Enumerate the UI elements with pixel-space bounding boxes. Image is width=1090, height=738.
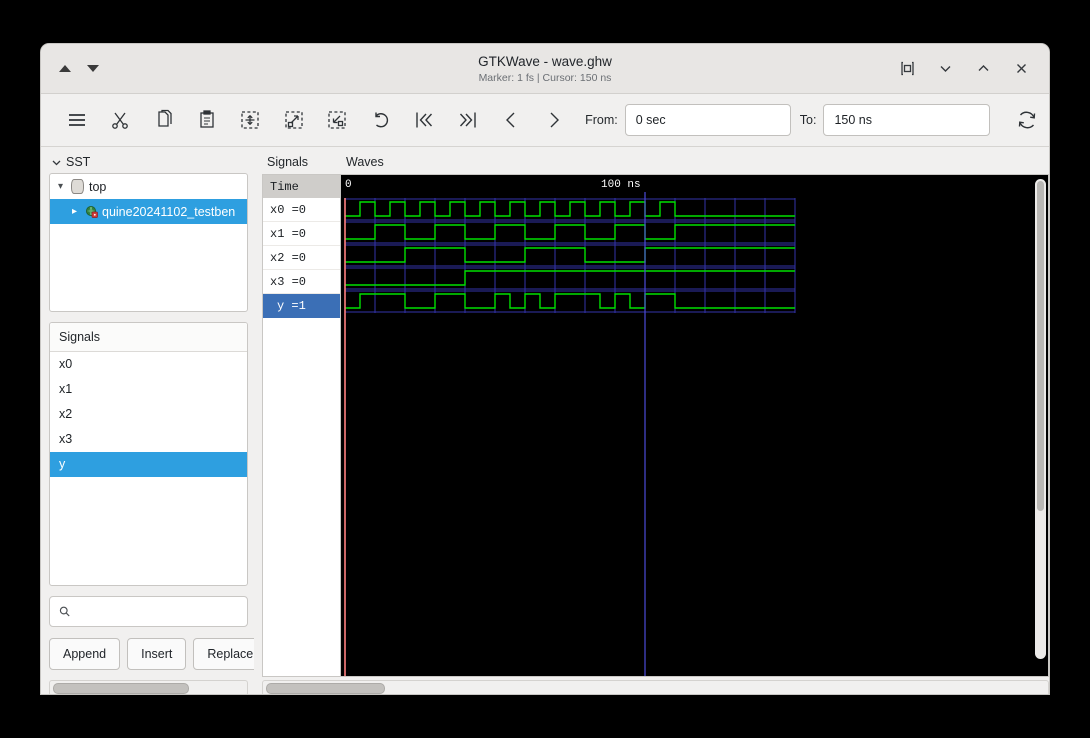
to-input[interactable]: 150 ns [823,104,990,136]
waves-header: Waves [346,155,384,169]
undo-icon[interactable] [359,100,402,140]
sst-node-top[interactable]: ▾ top [50,174,247,199]
gtkwave-window: GTKWave - wave.ghw Marker: 1 fs | Cursor… [41,44,1049,694]
wave-name-column[interactable]: Time x0 =0 x1 =0 x2 =0 x3 =0 y =1 [262,174,340,677]
title-block: GTKWave - wave.ghw Marker: 1 fs | Cursor… [41,53,1049,85]
title-bar-nav [41,65,179,72]
scrollbar-thumb[interactable] [53,682,189,694]
triangle-down-icon[interactable] [87,65,99,72]
next-edge-icon[interactable] [533,100,576,140]
zoom-in-icon[interactable] [272,100,315,140]
reload-icon[interactable] [1006,100,1049,140]
from-input[interactable]: 0 sec [624,104,791,136]
list-item[interactable]: x3 [50,427,247,452]
chevron-down-icon[interactable]: ▾ [58,181,71,192]
chevron-right-icon[interactable]: ▸ [72,206,85,217]
search-input[interactable] [76,603,238,620]
signals-list-panel: Signals x0 x1 x2 x3 y [49,321,248,586]
main-body: SST ▾ top ▸ quine20241102_testben Signal… [41,147,1049,694]
cut-icon[interactable] [98,100,141,140]
title-bar: GTKWave - wave.ghw Marker: 1 fs | Cursor… [41,44,1049,94]
hamburger-menu-icon[interactable] [55,100,98,140]
append-button[interactable]: Append [49,638,121,671]
fullscreen-icon[interactable] [899,61,915,77]
go-to-start-icon[interactable] [402,100,445,140]
wave-row-label[interactable]: x0 =0 [263,198,340,222]
svg-text:0: 0 [345,179,352,191]
wave-row-label[interactable]: y =1 [263,294,340,318]
window-subtitle: Marker: 1 fs | Cursor: 150 ns [478,71,612,84]
chevron-down-icon [52,160,61,165]
waveform-plot: 0 100 ns [341,175,1031,676]
wave-main: Time x0 =0 x1 =0 x2 =0 x3 =0 y =1 0 100 n… [262,174,1049,677]
list-item[interactable]: y [50,451,247,477]
wave-names-header: Signals [267,155,308,169]
sst-node-label: quine20241102_testben [102,204,236,219]
window-controls [899,61,1049,77]
sst-header[interactable]: SST [49,155,248,173]
list-item[interactable]: x1 [50,377,247,402]
wave-horizontal-scrollbar[interactable] [262,680,1049,694]
sst-tree[interactable]: ▾ top ▸ quine20241102_testben [49,173,248,312]
close-icon[interactable] [1013,61,1029,77]
minimize-icon[interactable] [937,61,953,77]
toolbar: From: 0 sec To: 150 ns [41,94,1049,147]
maximize-icon[interactable] [975,61,991,77]
wave-vertical-scrollbar[interactable] [1035,179,1046,659]
panel-divider[interactable] [254,147,262,694]
signals-list-header: Signals [50,322,247,352]
copy-icon[interactable] [142,100,185,140]
list-item[interactable]: x2 [50,402,247,427]
sst-node-testbench[interactable]: ▸ quine20241102_testben [50,199,247,224]
wave-canvas[interactable]: 0 100 ns [340,174,1049,677]
insert-button[interactable]: Insert [127,638,187,671]
previous-edge-icon[interactable] [489,100,532,140]
wave-row-label[interactable]: x2 =0 [263,246,340,270]
sst-node-label: top [89,179,107,194]
zoom-fit-icon[interactable] [229,100,272,140]
zoom-out-icon[interactable] [316,100,359,140]
scrollbar-thumb[interactable] [1037,181,1044,511]
triangle-up-icon[interactable] [59,65,71,72]
paste-icon[interactable] [185,100,228,140]
wave-headers: Signals Waves [262,155,1049,174]
go-to-end-icon[interactable] [446,100,489,140]
testbench-icon [85,205,99,219]
svg-text:100 ns: 100 ns [601,179,641,191]
wave-panel: Signals Waves Time x0 =0 x1 =0 x2 =0 x3 … [262,147,1049,694]
from-label: From: [585,113,618,127]
window-title: GTKWave - wave.ghw [478,53,612,69]
time-header: Time [263,175,340,198]
to-label: To: [799,113,817,127]
scrollbar-thumb[interactable] [266,682,385,694]
search-box[interactable] [49,595,248,628]
search-icon [59,606,70,617]
sst-header-label: SST [66,155,91,169]
wave-row-label[interactable]: x1 =0 [263,222,340,246]
wave-row-label[interactable]: x3 =0 [263,270,340,294]
left-panel: SST ▾ top ▸ quine20241102_testben Signal… [41,147,268,694]
action-buttons: Append Insert Replace [49,638,268,671]
signals-list[interactable]: x0 x1 x2 x3 y [50,352,247,585]
module-icon [71,179,84,194]
left-horizontal-scrollbar[interactable] [49,680,248,694]
list-item[interactable]: x0 [50,352,247,377]
